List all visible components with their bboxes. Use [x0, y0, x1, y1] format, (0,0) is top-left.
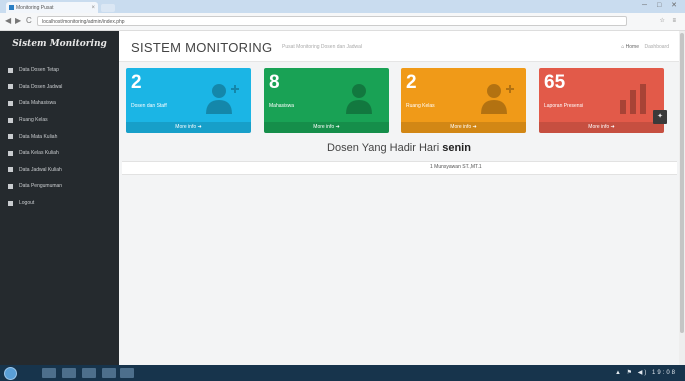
address-bar: ◀ ▶ C localhost/monitoring/admin/index.p… — [0, 13, 685, 31]
menu-bullet-icon — [8, 100, 13, 106]
sidebar-item-label: Data Mata Kuliah — [19, 133, 58, 140]
start-button-icon[interactable] — [4, 367, 17, 380]
stat-more-info-link[interactable]: More info ➜ — [126, 122, 251, 133]
url-field[interactable]: localhost/monitoring/admin/index.php — [37, 16, 627, 26]
stat-more-info-link[interactable]: More info ➜ — [401, 122, 526, 133]
stat-value: 65 — [544, 72, 566, 93]
stat-label: Mahasiswa — [269, 103, 295, 109]
menu-bullet-icon — [8, 117, 13, 123]
table-row: 1 Munsyawan ST.,MT.1 — [122, 161, 677, 175]
sidebar-item-jadwal-kuliah[interactable]: Data Jadwal Kuliah — [0, 162, 119, 179]
attendance-title-prefix: Dosen Yang Hadir Hari — [327, 142, 440, 154]
new-tab-button[interactable] — [101, 4, 115, 12]
taskbar-media-icon[interactable] — [62, 368, 76, 378]
taskbar-app-icon[interactable] — [102, 368, 116, 378]
page-title: SISTEM MONITORING — [131, 40, 273, 55]
page-subtitle: Pusat Monitoring Dosen dan Jadwal — [282, 44, 363, 50]
stat-value: 8 — [269, 72, 280, 93]
stat-label: Ruang Kelas — [406, 103, 435, 109]
tab-title: Monitoring Pusat — [16, 4, 54, 11]
back-arrow-icon[interactable]: ◀ — [5, 16, 11, 25]
menu-bullet-icon — [8, 183, 13, 189]
taskbar-browser-icon[interactable] — [82, 368, 96, 378]
sidebar-item-ruang-kelas[interactable]: Ruang Kelas — [0, 112, 119, 129]
stat-value: 2 — [131, 72, 142, 93]
taskbar-explorer-icon[interactable] — [42, 368, 56, 378]
os-taskbar: ▲ ⚑ ◀) 19:08 — [0, 365, 685, 381]
taskbar-app-icon[interactable] — [120, 368, 134, 378]
menu-bullet-icon — [8, 150, 13, 156]
tab-favicon-icon — [9, 5, 14, 10]
reload-icon[interactable]: C — [26, 16, 32, 25]
stat-more-info-link[interactable]: More info ➜ — [264, 122, 389, 133]
stat-box-mahasiswa: 8 Mahasiswa More info ➜ — [264, 68, 389, 133]
menu-bullet-icon — [8, 84, 13, 90]
sidebar-item-label: Data Dosen Jadwal — [19, 83, 63, 90]
page-scrollbar[interactable] — [679, 31, 685, 365]
sidebar-item-mahasiswa[interactable]: Data Mahasiswa — [0, 95, 119, 112]
user-add-icon — [481, 84, 514, 114]
menu-bullet-icon — [8, 200, 13, 206]
menu-bullet-icon — [8, 134, 13, 140]
sidebar-item-kelas-kuliah[interactable]: Data Kelas Kuliah — [0, 145, 119, 162]
sidebar-item-label: Data Mahasiswa — [19, 100, 56, 107]
attendance-panel-title: Dosen Yang Hadir Hari senin — [119, 142, 679, 154]
menu-bullet-icon — [8, 67, 13, 73]
stat-box-dosen: 2 Dosen dan Staff More info ➜ — [126, 68, 251, 133]
sidebar-item-label: Logout — [19, 200, 35, 207]
stat-box-ruang-kelas: 2 Ruang Kelas More info ➜ — [401, 68, 526, 133]
settings-toggle-button[interactable]: ✦ — [653, 110, 667, 124]
attendance-row-text: 1 Munsyawan ST.,MT.1 — [430, 164, 482, 170]
user-icon — [346, 84, 372, 114]
content-header: SISTEM MONITORING Pusat Monitoring Dosen… — [119, 31, 679, 62]
browser-tab[interactable]: Monitoring Pusat × — [6, 2, 98, 13]
stat-label: Laporan Presensi — [544, 103, 584, 109]
sidebar-item-pengumuman[interactable]: Data Pengumuman — [0, 178, 119, 195]
sidebar-item-label: Data Jadwal Kuliah — [19, 166, 62, 173]
sidebar-item-label: Data Pengumuman — [19, 183, 63, 190]
attendance-day: senin — [442, 142, 471, 154]
breadcrumb-home-link[interactable]: ⌂ Home — [621, 44, 639, 50]
system-tray-clock[interactable]: ▲ ⚑ ◀) 19:08 — [615, 369, 677, 376]
user-add-icon — [206, 84, 239, 114]
sidebar-item-dosen-tetap[interactable]: Data Dosen Tetap — [0, 62, 119, 79]
sidebar-item-label: Ruang Kelas — [19, 117, 48, 124]
menu-bullet-icon — [8, 167, 13, 173]
sidebar-brand[interactable]: Sistem Monitoring — [0, 31, 119, 62]
sidebar-item-logout[interactable]: Logout — [0, 195, 119, 212]
stat-more-info-link[interactable]: More info ➜ — [539, 122, 664, 133]
sidebar-item-label: Data Dosen Tetap — [19, 67, 59, 74]
window-controls[interactable]: ─ □ ✕ — [642, 1, 681, 9]
tab-close-icon[interactable]: × — [91, 5, 95, 11]
forward-arrow-icon[interactable]: ▶ — [15, 16, 21, 25]
breadcrumb-current: Dashboard — [644, 44, 669, 50]
sidebar: Sistem Monitoring Data Dosen Tetap Data … — [0, 31, 119, 365]
sidebar-item-label: Data Kelas Kuliah — [19, 150, 59, 157]
browser-menu-icons[interactable]: ☆ ≡ — [659, 17, 679, 24]
browser-tab-strip: Monitoring Pusat × ─ □ ✕ — [0, 0, 685, 13]
stat-label: Dosen dan Staff — [131, 103, 167, 109]
sidebar-item-mata-kuliah[interactable]: Data Mata Kuliah — [0, 128, 119, 145]
stat-box-laporan: 65 Laporan Presensi More info ➜ — [539, 68, 664, 133]
scrollbar-thumb[interactable] — [680, 33, 684, 333]
bar-chart-icon — [620, 84, 646, 114]
stat-value: 2 — [406, 72, 417, 93]
sidebar-item-dosen-jadwal[interactable]: Data Dosen Jadwal — [0, 79, 119, 96]
